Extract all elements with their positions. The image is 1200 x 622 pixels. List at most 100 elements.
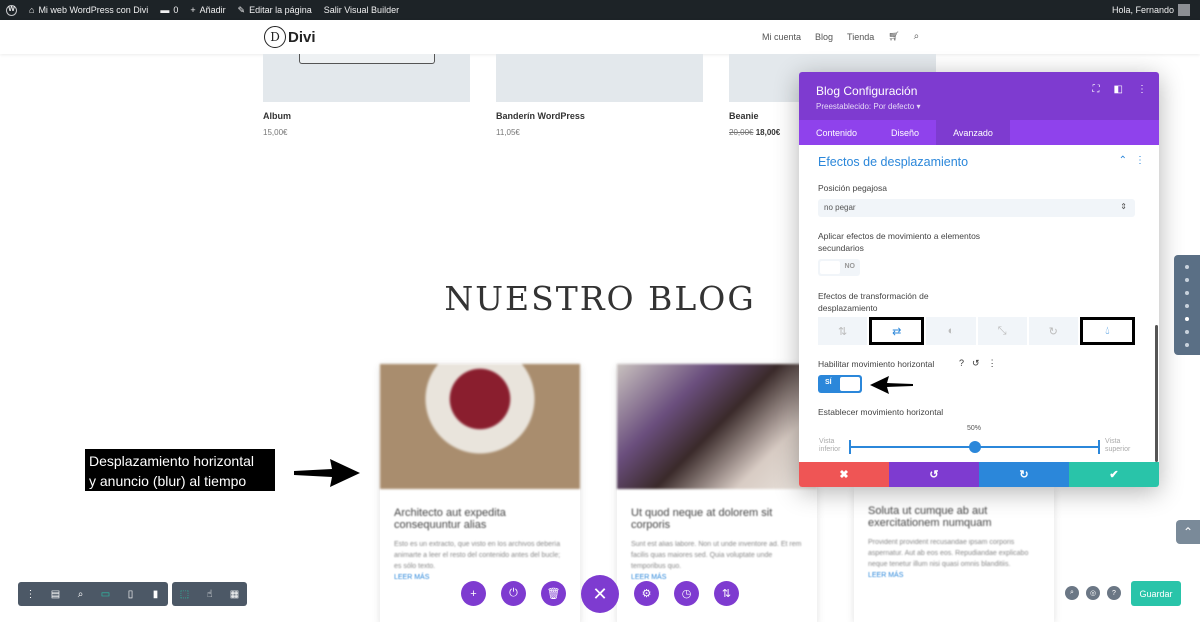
confirm-button[interactable]: ✔: [1069, 462, 1159, 487]
nav-dot[interactable]: [1185, 330, 1189, 334]
product-card[interactable]: Banderín WordPress 11,05€: [496, 54, 703, 137]
plus-icon: +: [470, 587, 477, 600]
horizontal-motion-toggle[interactable]: SÍ: [818, 375, 862, 393]
product-card[interactable]: Album 15,00€: [263, 54, 470, 137]
tab-contenido[interactable]: Contenido: [799, 120, 874, 145]
add-new-link[interactable]: + Añadir: [184, 0, 231, 20]
search-button[interactable]: ⌕: [1065, 586, 1079, 600]
pencil-icon: ✎: [237, 4, 246, 15]
zoom-icon[interactable]: ⌕: [68, 582, 93, 606]
horizontal-motion-icon[interactable]: ⇄: [869, 317, 925, 345]
history-button[interactable]: ◷: [674, 581, 699, 606]
wp-logo-menu[interactable]: W: [0, 0, 23, 20]
close-settings-button[interactable]: ✕: [581, 575, 619, 613]
exit-visual-builder-link[interactable]: Salir Visual Builder: [318, 0, 405, 20]
blog-card-title[interactable]: Architecto aut expedita consequuntur ali…: [380, 489, 580, 531]
product-image[interactable]: [496, 54, 703, 102]
blog-card-title[interactable]: Soluta ut cumque ab aut exercitationem n…: [854, 487, 1054, 529]
back-to-top-button[interactable]: ⌃: [1176, 520, 1200, 544]
hover-mode-icon[interactable]: ⬚: [172, 582, 197, 606]
product-name[interactable]: Banderín WordPress: [496, 111, 703, 121]
undo-icon: ↺: [929, 469, 939, 481]
options-icon[interactable]: ⋮: [988, 358, 997, 369]
nav-dot[interactable]: [1185, 291, 1189, 295]
panel-body: Efectos de desplazamiento ⌃ ⋮ Posición p…: [799, 145, 1159, 462]
nav-dot[interactable]: [1185, 343, 1189, 347]
section-title[interactable]: Efectos de desplazamiento: [818, 155, 968, 169]
blog-card-image[interactable]: [617, 364, 817, 489]
comments-link[interactable]: ▬ 0: [154, 0, 184, 20]
click-mode-icon[interactable]: ☝︎: [197, 582, 222, 606]
fullscreen-icon[interactable]: ⛶: [1093, 84, 1100, 95]
add-module-button[interactable]: +: [461, 581, 486, 606]
slider-end-handle[interactable]: [1098, 440, 1100, 454]
reset-icon[interactable]: ↺: [972, 358, 980, 369]
nav-item-mi-cuenta[interactable]: Mi cuenta: [762, 32, 801, 42]
tab-avanzado[interactable]: Avanzado: [936, 120, 1010, 145]
nav-dot[interactable]: [1185, 265, 1189, 269]
site-name-link[interactable]: ⌂ Mi web WordPress con Divi: [23, 0, 154, 20]
blog-card-image[interactable]: [380, 364, 580, 489]
help-icon[interactable]: ?: [959, 358, 964, 369]
wireframe-icon[interactable]: ▤: [43, 582, 68, 606]
slider-start-handle[interactable]: [849, 440, 851, 454]
nav-dot[interactable]: [1185, 304, 1189, 308]
product-price: 11,05€: [496, 128, 520, 137]
page-settings-button[interactable]: ⚙: [634, 581, 659, 606]
panel-scrollbar[interactable]: [1155, 325, 1158, 462]
apply-motion-toggle[interactable]: NO: [818, 259, 860, 276]
tablet-icon[interactable]: ▯: [118, 582, 143, 606]
tab-diseno[interactable]: Diseño: [874, 120, 936, 145]
sort-button[interactable]: ⇅: [714, 581, 739, 606]
annotation-callout: Desplazamiento horizontal y anuncio (blu…: [85, 449, 275, 491]
horizontal-motion-label: Habilitar movimiento horizontal: [818, 359, 935, 369]
sticky-position-select[interactable]: no pegar ⇕: [818, 199, 1135, 217]
blog-card[interactable]: Soluta ut cumque ab aut exercitationem n…: [854, 487, 1054, 622]
nav-item-tienda[interactable]: Tienda: [847, 32, 874, 42]
search-icon[interactable]: ⌕: [914, 31, 920, 42]
chevron-up-icon: ⌃: [1182, 525, 1194, 539]
delete-button[interactable]: 🗑︎: [541, 581, 566, 606]
product-image[interactable]: [263, 54, 470, 102]
toggle-knob: [840, 377, 860, 391]
blog-card-title[interactable]: Ut quod neque at dolorem sit corporis: [617, 489, 817, 531]
discard-button[interactable]: ✖: [799, 462, 889, 487]
right-arrow-icon: [294, 459, 360, 487]
nav-dot[interactable]: [1185, 278, 1189, 282]
blog-card-excerpt: Provident provident recusandae ipsam cor…: [868, 539, 1029, 568]
site-logo[interactable]: D Divi: [264, 26, 316, 48]
scale-icon[interactable]: ⤡: [977, 317, 1027, 345]
undo-button[interactable]: ↺: [889, 462, 979, 487]
nav-item-blog[interactable]: Blog: [815, 32, 833, 42]
section-more-icon[interactable]: ⋮: [1135, 155, 1145, 166]
vertical-motion-icon[interactable]: ⇅: [818, 317, 868, 345]
edit-page-link[interactable]: ✎ Editar la página: [232, 0, 318, 20]
phone-icon[interactable]: ▮: [143, 582, 168, 606]
transform-effects-group: ⇅ ⇄ ◐ ⤡ ↻ 💧︎: [818, 317, 1136, 345]
logo-mark: D: [264, 26, 286, 48]
read-more-link[interactable]: LEER MÁS: [854, 570, 1054, 581]
blur-icon[interactable]: 💧︎: [1079, 317, 1136, 345]
save-button[interactable]: Guardar: [1131, 581, 1181, 606]
grid-mode-icon[interactable]: ▦: [222, 582, 247, 606]
slider-middle-handle[interactable]: [969, 441, 981, 453]
fade-icon[interactable]: ◐: [926, 317, 976, 345]
section-controls: ⌃ ⋮: [1119, 155, 1145, 166]
nav-dot-active[interactable]: [1185, 317, 1189, 321]
desktop-icon[interactable]: ▭: [93, 582, 118, 606]
menu-icon[interactable]: ⋮: [18, 582, 43, 606]
more-options-icon[interactable]: ⋮: [1137, 84, 1147, 95]
portability-icon-button[interactable]: ◎: [1086, 586, 1100, 600]
split-view-icon[interactable]: ◧: [1114, 84, 1123, 95]
account-menu[interactable]: Hola, Fernando: [1112, 4, 1200, 16]
chevron-up-icon[interactable]: ⌃: [1119, 155, 1127, 166]
preset-selector[interactable]: Preestablecido: Por defecto ▾: [816, 102, 921, 111]
cart-icon[interactable]: 🛒︎: [888, 31, 899, 42]
history-icon: ◷: [681, 588, 692, 600]
product-name[interactable]: Album: [263, 111, 470, 121]
portability-button[interactable]: ⏻: [501, 581, 526, 606]
rotate-icon[interactable]: ↻: [1028, 317, 1078, 345]
redo-button[interactable]: ↻: [979, 462, 1069, 487]
help-button[interactable]: ?: [1107, 586, 1121, 600]
panel-header[interactable]: Blog Configuración Preestablecido: Por d…: [799, 72, 1159, 120]
